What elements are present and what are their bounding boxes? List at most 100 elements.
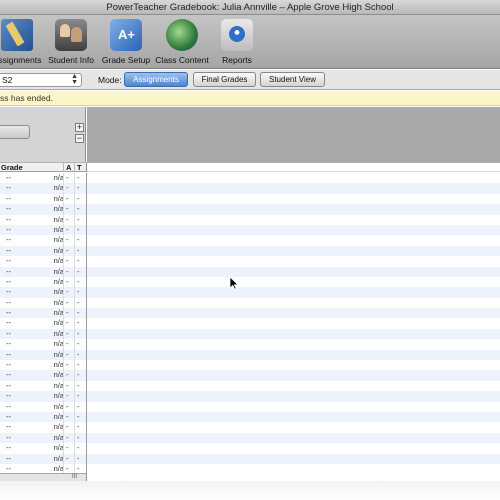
student-grade-row[interactable]: -- n/a - - [0, 308, 500, 319]
student-grade-row[interactable]: -- n/a - - [0, 214, 500, 225]
mode-student-view-button[interactable]: Student View [260, 72, 325, 87]
column-divider [74, 204, 75, 215]
a-value: - [66, 224, 69, 234]
student-grade-row[interactable]: -- n/a - - [0, 349, 500, 361]
a-value: - [66, 308, 69, 318]
column-divider [63, 193, 64, 205]
column-divider [63, 391, 64, 402]
a-value: - [66, 318, 69, 328]
student-grade-row[interactable]: -- n/a - - [0, 432, 500, 444]
toolbar-reports-button[interactable]: Reports [216, 19, 258, 66]
student-grade-row[interactable]: -- n/a - - [0, 422, 500, 433]
student-grade-row[interactable]: -- n/a - - [0, 411, 500, 423]
a-column-label[interactable]: A [66, 163, 71, 172]
student-grade-row[interactable]: -- n/a - - [0, 224, 500, 236]
column-divider [74, 380, 75, 392]
student-grade-row[interactable]: -- n/a - - [0, 245, 500, 257]
grade-column-label[interactable]: Grade [1, 163, 23, 172]
t-value: - [77, 276, 80, 286]
grade-panel-footer: III [0, 473, 87, 481]
student-grade-row[interactable]: -- n/a - - [0, 276, 500, 288]
toolbar-class-content-button[interactable]: Class Content [154, 19, 210, 66]
column-divider [74, 183, 75, 194]
term-select[interactable]: S2 ▲ ▼ [0, 73, 82, 87]
column-divider [74, 235, 75, 246]
a-value: - [66, 245, 69, 255]
student-grade-row[interactable]: -- n/a - - [0, 443, 500, 454]
letter-grade: -- [6, 245, 11, 255]
t-column-label[interactable]: T [77, 163, 82, 172]
mode-final-grades-button[interactable]: Final Grades [193, 72, 256, 87]
t-value: - [77, 318, 80, 328]
a-value: - [66, 297, 69, 307]
percent-grade: n/a [53, 318, 64, 328]
grade-panel-field[interactable] [0, 125, 30, 139]
column-divider [63, 318, 64, 329]
student-grade-row[interactable]: -- n/a - - [0, 266, 500, 277]
student-grade-row[interactable]: -- n/a - - [0, 380, 500, 392]
student-grade-row[interactable]: -- n/a - - [0, 370, 500, 381]
report-icon [221, 19, 253, 51]
toolbar-grade-setup-button[interactable]: Grade Setup [100, 19, 152, 66]
panel-divider [86, 360, 87, 371]
t-value: - [77, 401, 80, 411]
pencil-book-icon [1, 19, 33, 51]
grade-setup-icon [110, 19, 142, 51]
t-value: - [77, 339, 80, 349]
toolbar-assignments-button[interactable]: Assignments [0, 19, 42, 66]
a-value: - [66, 411, 69, 421]
student-grade-row[interactable]: -- n/a - - [0, 297, 500, 309]
student-grade-row[interactable]: -- n/a - - [0, 328, 500, 340]
letter-grade: -- [6, 339, 11, 349]
assignments-column-header [87, 162, 500, 172]
student-grade-row[interactable]: -- n/a - - [0, 183, 500, 194]
column-divider [74, 318, 75, 329]
collapse-button[interactable]: − [75, 134, 84, 143]
student-grade-row[interactable]: -- n/a - - [0, 339, 500, 350]
panel-divider [86, 204, 87, 215]
student-grade-row[interactable]: -- n/a - - [0, 287, 500, 298]
student-grade-row[interactable]: -- n/a - - [0, 391, 500, 402]
letter-grade: -- [6, 235, 11, 245]
mode-assignments-button[interactable]: Assignments [124, 72, 188, 87]
column-divider [63, 443, 64, 454]
percent-grade: n/a [53, 360, 64, 370]
panel-divider [86, 443, 87, 454]
expand-button[interactable]: + [75, 123, 84, 132]
toolbar-student-info-button[interactable]: Student Info [45, 19, 97, 66]
percent-grade: n/a [53, 276, 64, 286]
letter-grade: -- [6, 370, 11, 380]
grade-column-header: Grade A T [0, 162, 87, 172]
class-ended-notice: ss has ended. [0, 91, 500, 106]
column-divider [63, 453, 64, 464]
student-grade-row[interactable]: -- n/a - - [0, 318, 500, 329]
a-value: - [66, 173, 69, 182]
panel-divider [86, 432, 87, 444]
student-grade-rows: -- n/a - - -- n/a - - -- n/a - - -- n/a - - -- n/a - - -- n/a… [0, 173, 500, 475]
column-divider [74, 297, 75, 309]
column-divider [63, 266, 64, 277]
student-grade-row[interactable]: -- n/a - - [0, 401, 500, 412]
percent-grade: n/a [53, 308, 64, 318]
percent-grade: n/a [53, 204, 64, 214]
panel-divider [86, 308, 87, 319]
student-grade-row[interactable]: -- n/a - - [0, 256, 500, 267]
column-divider [74, 214, 75, 225]
column-divider [74, 276, 75, 288]
percent-grade: n/a [53, 380, 64, 390]
student-grade-row[interactable]: -- n/a - - [0, 360, 500, 371]
t-value: - [77, 380, 80, 390]
letter-grade: -- [6, 256, 11, 266]
column-divider [63, 370, 64, 381]
a-value: - [66, 183, 69, 193]
student-grade-row[interactable]: -- n/a - - [0, 193, 500, 205]
resize-grip-icon[interactable]: III [72, 474, 77, 481]
student-grade-row[interactable]: -- n/a - - [0, 204, 500, 215]
student-grade-row[interactable]: -- n/a - - [0, 173, 500, 184]
column-divider [63, 245, 64, 257]
letter-grade: -- [6, 204, 11, 214]
student-grade-row[interactable]: -- n/a - - [0, 235, 500, 246]
column-divider [74, 287, 75, 298]
a-value: - [66, 276, 69, 286]
student-grade-row[interactable]: -- n/a - - [0, 453, 500, 464]
